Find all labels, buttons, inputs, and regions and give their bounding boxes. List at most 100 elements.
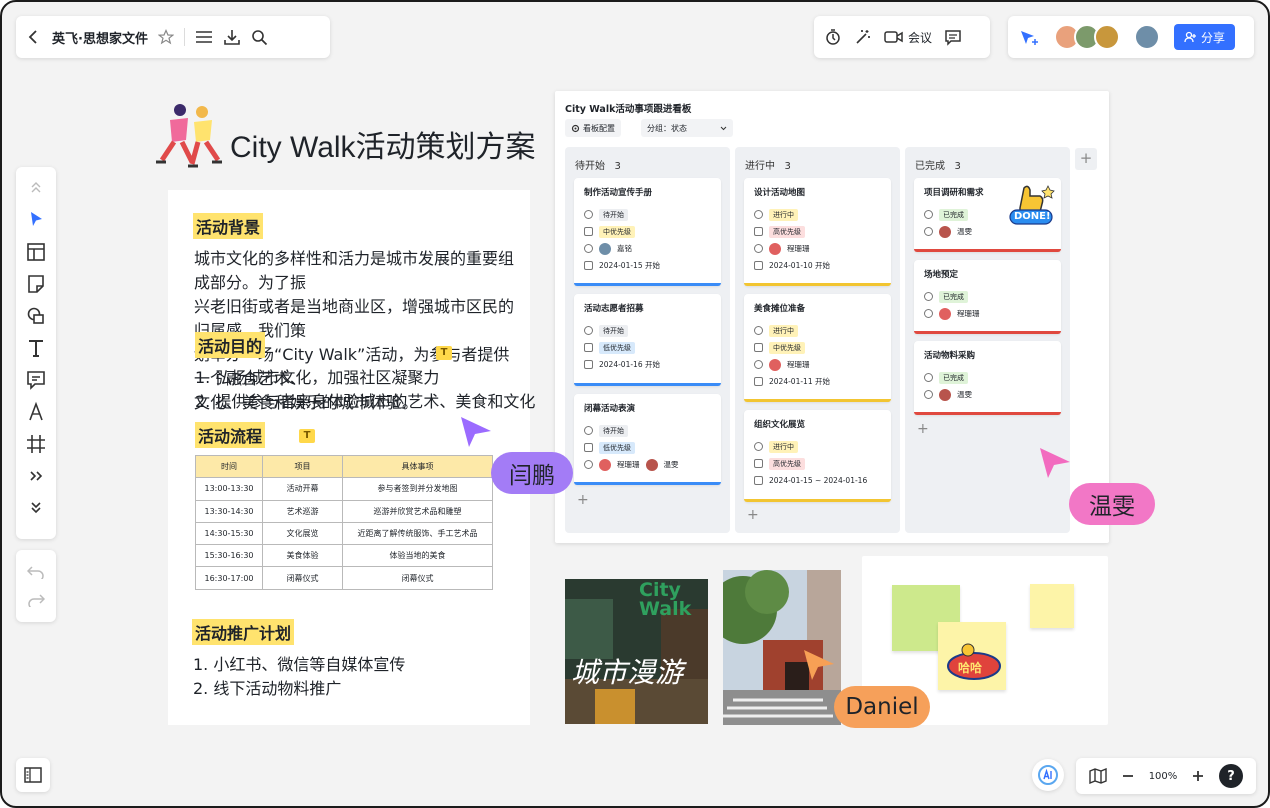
calendar-icon	[754, 377, 763, 386]
assignee-name: 程珊珊	[617, 460, 640, 469]
help-button[interactable]: ?	[1219, 764, 1244, 788]
zoom-out-icon[interactable]	[1121, 769, 1135, 783]
status-icon	[754, 442, 763, 451]
table-cell: 13:00-13:30	[195, 477, 263, 501]
avatar[interactable]	[1134, 24, 1160, 50]
star-icon[interactable]	[157, 29, 174, 45]
text-icon[interactable]	[24, 337, 48, 359]
assignee-name: 程珊珊	[787, 360, 810, 369]
task-card[interactable]: 设计活动地图 进行中 高优先级 程珊珊 2024-01-10 开始	[744, 178, 891, 286]
card-title: 设计活动地图	[754, 188, 806, 198]
follow-cursor-icon[interactable]	[1018, 28, 1040, 46]
page-title: City Walk活动策划方案	[230, 131, 536, 164]
card-date: 2024-01-11 开始	[769, 377, 830, 386]
task-card[interactable]: 活动物料采购 已完成 温雯	[914, 341, 1061, 415]
assignee-name: 温雯	[957, 227, 972, 236]
add-card-icon[interactable]: +	[747, 507, 759, 523]
sticky-note[interactable]	[1030, 584, 1074, 628]
ai-icon	[1038, 765, 1058, 785]
calendar-icon	[754, 476, 763, 485]
shape-icon[interactable]	[24, 305, 48, 327]
frame-icon[interactable]	[24, 433, 48, 455]
add-card-icon[interactable]: +	[917, 421, 929, 437]
city-walk-poster-image[interactable]: City Walk 城市漫游	[565, 579, 708, 724]
card-title: 闭幕活动表演	[584, 404, 636, 414]
sticky-note-icon[interactable]	[24, 273, 48, 295]
status-icon	[924, 373, 933, 382]
table-cell: 近距离了解传统服饰、手工艺术品	[342, 521, 493, 546]
add-column-icon[interactable]: +	[1075, 148, 1097, 170]
priority-tag: 高优先级	[769, 457, 805, 470]
download-icon[interactable]	[223, 28, 241, 46]
assignee-name: 程珊珊	[957, 309, 980, 318]
priority-tag: 中优先级	[599, 225, 635, 238]
avatar[interactable]	[1094, 24, 1120, 50]
map-icon[interactable]	[1089, 768, 1107, 784]
calendar-icon	[754, 261, 763, 270]
person-icon	[924, 309, 933, 318]
done-sticker-text: DONE!	[1014, 211, 1051, 222]
walkers-illustration	[152, 100, 226, 170]
zoom-level[interactable]: 100%	[1149, 771, 1178, 782]
done-sticker[interactable]: DONE!	[1006, 182, 1056, 228]
table-cell: 体验当地的美食	[342, 544, 493, 568]
flag-icon	[584, 227, 593, 236]
table-cell: 14:30-15:30	[195, 521, 263, 546]
assignee-name: 程珊珊	[787, 244, 810, 253]
status-tag: 待开始	[599, 424, 628, 437]
add-card-icon[interactable]: +	[577, 492, 589, 508]
task-card[interactable]: 闭幕活动表演 待开始 低优先级 程珊珊 温雯	[574, 394, 721, 485]
comment-card-icon[interactable]	[24, 369, 48, 391]
board-config-label: 看板配置	[583, 123, 615, 133]
menu-icon[interactable]	[195, 29, 213, 45]
search-icon[interactable]	[251, 29, 268, 46]
text-comment-marker-icon[interactable]: T	[436, 346, 452, 360]
task-card[interactable]: 制作活动宣传手册 待开始 中优先级 嘉铭 2024-01-15 开始	[574, 178, 721, 286]
template-icon[interactable]	[24, 241, 48, 263]
expand-down-icon[interactable]	[24, 497, 48, 519]
pen-icon[interactable]	[24, 401, 48, 423]
task-card[interactable]: 美食摊位准备 进行中 中优先级 程珊珊 2024-01-11 开始	[744, 294, 891, 402]
sidebar-toggle-button[interactable]	[16, 758, 50, 792]
avatar	[939, 388, 951, 401]
status-icon	[754, 326, 763, 335]
table-cell: 文化展览	[262, 521, 343, 546]
ai-assistant-button[interactable]	[1032, 759, 1064, 791]
column-name: 已完成	[915, 161, 945, 172]
redo-icon[interactable]	[27, 593, 45, 607]
file-title[interactable]: 英飞·思想家文件	[52, 28, 148, 47]
priority-tag: 低优先级	[599, 441, 635, 454]
section-title-text: 活动推广计划	[192, 619, 295, 645]
yay-sticker[interactable]: 哈哈	[946, 642, 1002, 682]
share-toolbar: 分享	[1008, 16, 1254, 58]
section-title: 活动流程	[195, 422, 266, 448]
status-icon	[584, 426, 593, 435]
more-tools-icon[interactable]	[24, 465, 48, 487]
magic-wand-icon[interactable]	[854, 28, 872, 46]
meeting-label: 会议	[908, 30, 933, 45]
task-card[interactable]: 活动志愿者招募 待开始 低优先级 2024-01-16 开始	[574, 294, 721, 386]
timer-icon[interactable]	[824, 28, 842, 46]
share-button[interactable]: 分享	[1174, 24, 1236, 50]
status-tag: 已完成	[939, 290, 968, 303]
zoom-in-icon[interactable]	[1191, 769, 1205, 783]
comment-icon[interactable]	[944, 28, 962, 46]
poster-title-cn: 城市漫游	[571, 656, 684, 689]
undo-icon[interactable]	[27, 565, 45, 579]
table-row: 15:30-16:30 美食体验 体验当地的美食	[195, 544, 493, 568]
status-tag: 已完成	[939, 371, 968, 384]
collapse-up-icon[interactable]	[24, 177, 48, 199]
board-config-button[interactable]: 看板配置	[565, 119, 621, 137]
history-controls	[16, 550, 56, 622]
group-by-select[interactable]: 分组：状态	[641, 119, 733, 137]
text-comment-marker-icon[interactable]: T	[299, 429, 315, 443]
collaborator-cursor-label: 温雯	[1069, 483, 1155, 525]
person-icon	[924, 390, 933, 399]
meeting-button[interactable]: 会议	[884, 29, 932, 46]
poster-title-en: City Walk	[639, 579, 692, 620]
select-pointer-icon[interactable]	[24, 209, 48, 231]
back-icon[interactable]	[26, 29, 42, 45]
task-card[interactable]: 组织文化展览 进行中 高优先级 2024-01-15 ~ 2024-01-16	[744, 410, 891, 502]
task-card[interactable]: 场地预定 已完成 程珊珊	[914, 260, 1061, 334]
avatar	[599, 458, 611, 471]
